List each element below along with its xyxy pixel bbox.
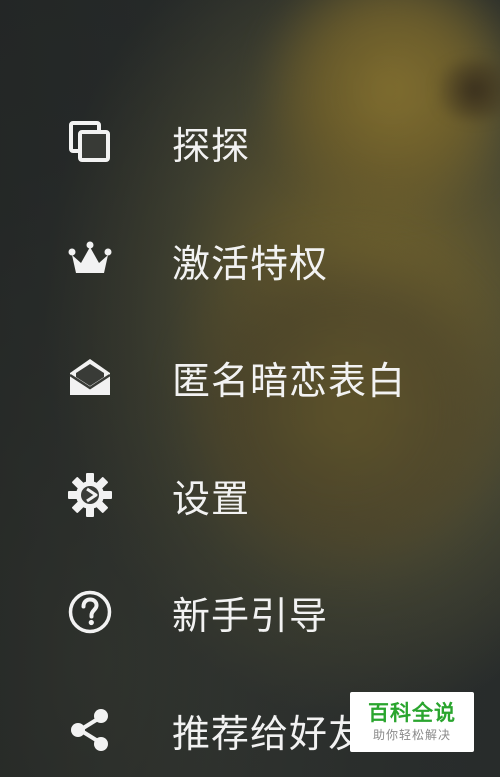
watermark-subtitle: 助你轻松解决	[372, 728, 451, 742]
menu-item-label: 新手引导	[172, 593, 329, 638]
cards-icon	[66, 118, 114, 166]
question-circle-icon	[66, 588, 114, 636]
menu-item-tantan[interactable]: 探探	[0, 92, 500, 192]
watermark-logo: 百科全说 助你轻松解决	[350, 692, 474, 752]
menu-item-label: 推荐给好友	[172, 711, 368, 756]
menu-item-settings[interactable]: 设置	[0, 445, 500, 545]
menu-item-beginner-guide[interactable]: 新手引导	[0, 562, 500, 662]
menu-item-label: 设置	[172, 476, 251, 521]
gear-icon	[66, 471, 114, 519]
menu-item-anonymous-confession[interactable]: 匿名暗恋表白	[0, 327, 500, 427]
menu-item-label: 探探	[172, 123, 251, 168]
crown-icon	[66, 236, 114, 284]
menu-item-label: 激活特权	[172, 241, 329, 286]
open-envelope-icon	[66, 353, 114, 401]
side-menu: 探探 激活特权 匿名暗恋表白 设置 新手引导 推荐给好友	[0, 0, 500, 777]
menu-item-activate-privilege[interactable]: 激活特权	[0, 210, 500, 310]
menu-item-label: 匿名暗恋表白	[172, 358, 407, 403]
watermark-title: 百科全说	[368, 701, 456, 725]
share-icon	[66, 706, 114, 754]
